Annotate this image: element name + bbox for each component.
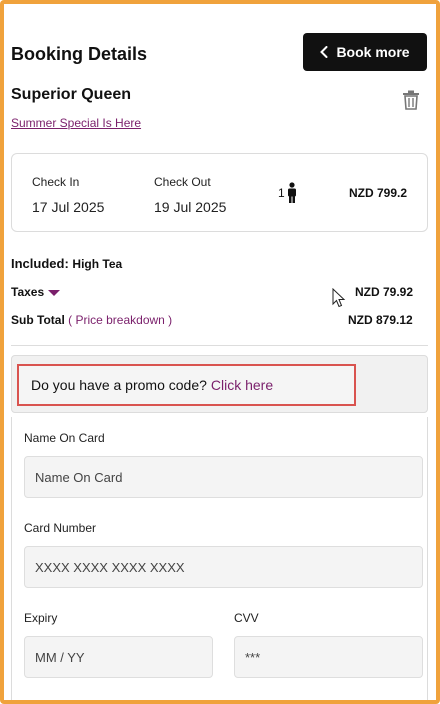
book-more-label: Book more xyxy=(336,44,410,60)
booking-panel: Booking Details Book more Superior Queen… xyxy=(0,0,440,704)
taxes-label: Taxes xyxy=(11,285,45,299)
payment-form: Name On Card Card Number Expiry CVV xyxy=(11,417,428,700)
trash-icon[interactable] xyxy=(402,90,420,110)
mouse-cursor-icon xyxy=(332,288,346,308)
check-out-date: 19 Jul 2025 xyxy=(154,199,227,215)
subtotal-row: Sub Total ( Price breakdown ) xyxy=(11,313,172,327)
chevron-left-icon xyxy=(320,46,328,58)
expiry-input[interactable] xyxy=(24,636,213,678)
subtotal-value: NZD 879.12 xyxy=(348,313,413,327)
name-on-card-input[interactable] xyxy=(24,456,423,498)
included-label: Included: xyxy=(11,256,69,271)
summer-special-link[interactable]: Summer Special Is Here xyxy=(11,116,141,130)
room-price: NZD 799.2 xyxy=(349,186,408,200)
included-value: High Tea xyxy=(72,257,123,271)
page-title: Booking Details xyxy=(11,44,148,64)
check-out-label: Check Out xyxy=(154,175,211,189)
cvv-input[interactable] xyxy=(234,636,423,678)
included-row: Included: High Tea xyxy=(11,256,122,271)
card-number-input[interactable] xyxy=(24,546,423,588)
guest-count: 1 xyxy=(278,186,285,200)
stay-card: Check In 17 Jul 2025 Check Out 19 Jul 20… xyxy=(11,153,428,232)
promo-question: Do you have a promo code? xyxy=(31,377,207,393)
subtotal-label: Sub Total xyxy=(11,313,65,327)
divider xyxy=(11,345,428,346)
check-in-label: Check In xyxy=(32,175,80,189)
name-on-card-label: Name On Card xyxy=(24,431,105,445)
caret-down-icon xyxy=(48,290,61,296)
room-name: Superior Queen xyxy=(11,86,132,103)
taxes-value: NZD 79.92 xyxy=(355,285,414,299)
check-in-date: 17 Jul 2025 xyxy=(32,199,105,215)
cvv-label: CVV xyxy=(234,611,259,625)
expiry-label: Expiry xyxy=(24,611,58,625)
book-more-button[interactable]: Book more xyxy=(303,33,427,71)
card-number-label: Card Number xyxy=(24,521,97,535)
promo-click-here-link[interactable]: Click here xyxy=(211,377,273,393)
price-breakdown-link[interactable]: ( Price breakdown ) xyxy=(68,313,172,327)
promo-code-prompt: Do you have a promo code? Click here xyxy=(17,364,356,406)
person-icon xyxy=(288,182,296,203)
taxes-toggle[interactable]: Taxes xyxy=(11,285,61,299)
